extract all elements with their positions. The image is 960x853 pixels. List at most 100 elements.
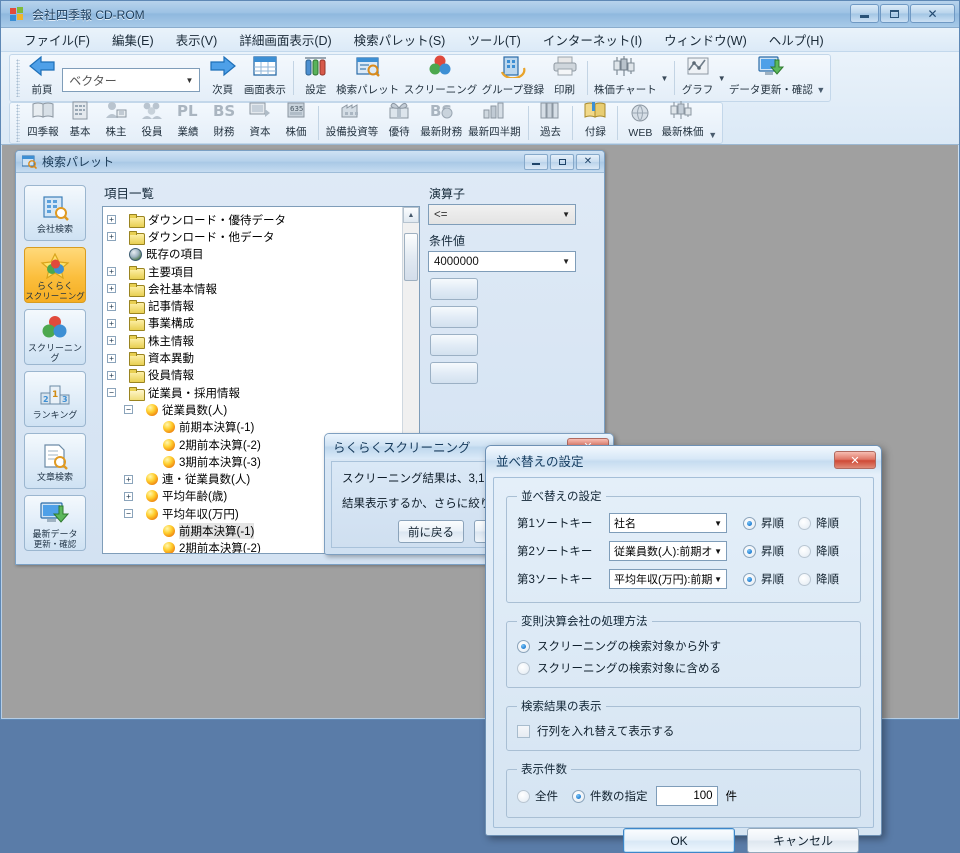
sort-key-2-desc-radio[interactable]: 降順 [798, 543, 839, 559]
toolbar-gift[interactable]: 優待 [381, 98, 417, 142]
palette-close-button[interactable]: ✕ [576, 153, 600, 170]
menu-view[interactable]: 表示(V) [165, 27, 229, 52]
toolbar-appendix[interactable]: 付録 [577, 98, 613, 142]
tree-item[interactable]: + 資本異動 [107, 349, 402, 367]
tree-item[interactable]: + 事業構成 [107, 315, 402, 332]
count-specify-radio[interactable]: 件数の指定 [572, 788, 648, 804]
tree-item[interactable]: + 主要項目 [107, 263, 402, 280]
toolbar-web[interactable]: WEB [622, 101, 658, 142]
sort-key-2-combo[interactable]: 従業員数(人):前期オ ▼ [609, 541, 727, 561]
ok-button[interactable]: OK [623, 828, 735, 853]
palette-restore-button[interactable] [550, 153, 574, 170]
stock-chart-dropdown[interactable]: ▼ [659, 74, 669, 83]
sort-settings-close-button[interactable]: ✕ [834, 451, 876, 469]
toolbar-graph[interactable]: グラフ [679, 52, 717, 100]
toolbar-search-palette[interactable]: 検索パレット [334, 52, 402, 100]
sidebar-item-text-search[interactable]: 文章検索 [24, 433, 86, 489]
toolbar-overflow-row2[interactable]: ▼ [707, 106, 719, 140]
operator-combo[interactable]: <= ▼ [428, 204, 576, 225]
tree-item[interactable]: + 記事情報 [107, 297, 402, 315]
tree-item[interactable]: − 従業員・採用情報 [107, 384, 402, 401]
irregular-option-include[interactable]: スクリーニングの検索対象に含める [517, 657, 850, 679]
tree-item[interactable]: + 会社基本情報 [107, 280, 402, 297]
tree-collapse-icon[interactable]: − [124, 509, 133, 519]
toolbar-group-register[interactable]: グループ登録 [479, 52, 546, 100]
vector-combo[interactable]: ベクター ▼ [62, 68, 201, 92]
irregular-option-exclude[interactable]: スクリーニングの検索対象から外す [517, 635, 850, 657]
sort-key-2-asc-radio[interactable]: 昇順 [743, 543, 784, 559]
tree-expand-icon[interactable]: + [107, 370, 116, 380]
toolbar-latest-quarter[interactable]: 最新四半期 [465, 98, 523, 142]
toolbar-basic[interactable]: 基本 [62, 98, 98, 142]
tree-expand-icon[interactable]: + [107, 232, 116, 242]
condition-action-button-4[interactable] [430, 362, 478, 384]
count-all-radio[interactable]: 全件 [517, 788, 558, 804]
tree-expand-icon[interactable]: + [107, 284, 116, 294]
tree-collapse-icon[interactable]: − [124, 405, 133, 415]
sidebar-item-latest-data[interactable]: 最新データ 更新・確認 [24, 495, 86, 551]
toolbar-officers[interactable]: 役員 [134, 98, 170, 142]
tree-item[interactable]: 既存の項目 [107, 246, 402, 263]
toolbar-overflow-row1[interactable]: ▼ [815, 61, 827, 95]
sort-key-3-desc-radio[interactable]: 降順 [798, 571, 839, 587]
back-button[interactable]: 前に戻る [398, 520, 464, 543]
toolbar-stock-chart[interactable]: 株価チャート [592, 52, 660, 100]
toolbar-print[interactable]: 印刷 [547, 52, 583, 100]
sidebar-item-ranking[interactable]: 12 3 ランキング [24, 371, 86, 427]
condition-action-button-3[interactable] [430, 334, 478, 356]
menu-file[interactable]: ファイル(F) [13, 27, 101, 52]
tree-item[interactable]: + 役員情報 [107, 367, 402, 384]
transpose-checkbox-row[interactable]: 行列を入れ替えて表示する [517, 720, 850, 742]
sort-key-1-combo[interactable]: 社名 ▼ [609, 513, 727, 533]
count-input[interactable]: 100 [655, 786, 718, 806]
toolbar-screen-display[interactable]: 画面表示 [241, 52, 289, 100]
scroll-thumb[interactable] [404, 233, 418, 281]
menu-help[interactable]: ヘルプ(H) [758, 27, 835, 52]
close-button[interactable]: ✕ [910, 4, 955, 23]
minimize-button[interactable] [850, 4, 879, 23]
toolbar-performance[interactable]: PL 業績 [170, 98, 206, 142]
sidebar-item-company-search[interactable]: 会社検索 [24, 185, 86, 241]
sort-key-1-desc-radio[interactable]: 降順 [798, 515, 839, 531]
sidebar-item-screening[interactable]: スクリーニング [24, 309, 86, 365]
maximize-button[interactable] [880, 4, 909, 23]
menu-search-palette[interactable]: 検索パレット(S) [343, 27, 457, 52]
tree-expand-icon[interactable]: + [124, 474, 133, 484]
tree-expand-icon[interactable]: + [107, 353, 116, 363]
tree-collapse-icon[interactable]: − [107, 388, 116, 398]
tree-expand-icon[interactable]: + [107, 267, 116, 277]
tree-expand-icon[interactable]: + [107, 336, 116, 346]
palette-minimize-button[interactable] [524, 153, 548, 170]
cancel-button[interactable]: キャンセル [747, 828, 859, 853]
toolbar-capital[interactable]: 資本 [242, 98, 278, 142]
scroll-up-button[interactable]: ▲ [403, 207, 419, 223]
toolbar-latest-price[interactable]: 最新株価 [658, 98, 706, 142]
sidebar-item-easy-screening[interactable]: らくらく スクリーニング [24, 247, 86, 303]
condition-action-button-2[interactable] [430, 306, 478, 328]
toolbar-capex[interactable]: 設備投資等 [323, 98, 381, 142]
menu-tools[interactable]: ツール(T) [456, 27, 531, 52]
sort-key-1-asc-radio[interactable]: 昇順 [743, 515, 784, 531]
tree-expand-icon[interactable]: + [107, 301, 116, 311]
toolbar-grip[interactable] [16, 104, 20, 142]
sort-key-3-asc-radio[interactable]: 昇順 [743, 571, 784, 587]
condition-combo[interactable]: 4000000 ▼ [428, 251, 576, 272]
tree-expand-icon[interactable]: + [107, 215, 116, 225]
toolbar-settings[interactable]: 設定 [298, 52, 334, 100]
tree-item[interactable]: + ダウンロード・他データ [107, 228, 402, 245]
tree-item[interactable]: + 株主情報 [107, 332, 402, 349]
toolbar-shareholder[interactable]: 株主 [98, 98, 134, 142]
tree-item[interactable]: − 従業員数(人) [107, 401, 402, 418]
menu-window[interactable]: ウィンドウ(W) [653, 27, 758, 52]
tree-expand-icon[interactable]: + [107, 318, 116, 328]
toolbar-past[interactable]: 過去 [532, 98, 568, 142]
toolbar-shikiho[interactable]: 四季報 [24, 98, 62, 142]
sort-key-3-combo[interactable]: 平均年収(万円):前期 ▼ [609, 569, 727, 589]
toolbar-prev-page[interactable]: 前頁 [24, 52, 60, 100]
toolbar-stock-price[interactable]: 635 株価 [278, 98, 314, 142]
toolbar-latest-finance[interactable]: BS 最新財務 [417, 98, 465, 142]
menu-internet[interactable]: インターネット(I) [532, 27, 653, 52]
menu-detail-view[interactable]: 詳細画面表示(D) [228, 27, 342, 52]
toolbar-screening[interactable]: スクリーニング [402, 52, 480, 100]
toolbar-data-update[interactable]: データ更新・確認 [727, 52, 815, 100]
